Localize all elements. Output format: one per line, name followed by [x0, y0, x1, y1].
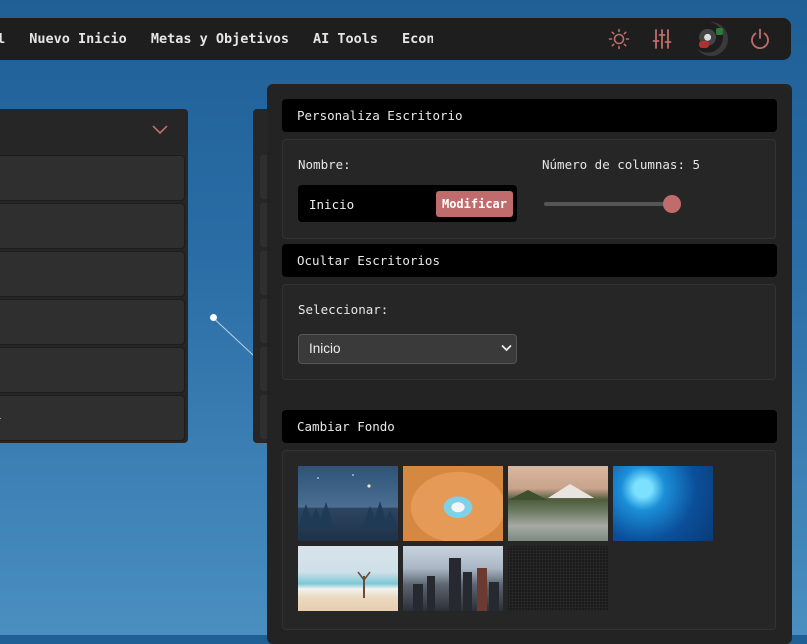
ocultar-box — [282, 284, 776, 380]
background-thumb-night-forest[interactable] — [298, 466, 398, 541]
list-item[interactable] — [0, 155, 185, 201]
section-title-fondo: Cambiar Fondo — [282, 410, 777, 443]
power-icon[interactable] — [749, 28, 771, 50]
background-thumb-beach[interactable] — [298, 546, 398, 611]
columns-label: Número de columnas: 5 — [542, 157, 701, 172]
list-item[interactable] — [0, 347, 185, 393]
left-panel-header — [0, 109, 188, 153]
skyline-illustration — [413, 558, 499, 611]
list-item[interactable] — [0, 203, 185, 249]
columns-slider[interactable] — [544, 195, 681, 213]
forest-illustration — [298, 474, 398, 528]
person-illustration — [357, 571, 371, 598]
background-thumb-ocean[interactable] — [613, 466, 713, 541]
background-thumb-city[interactable] — [403, 546, 503, 611]
chevron-down-icon[interactable] — [152, 125, 168, 135]
list-item[interactable] — [0, 251, 185, 297]
avatar[interactable] — [694, 22, 728, 56]
slider-thumb[interactable] — [663, 195, 681, 213]
list-item[interactable] — [0, 395, 185, 441]
nav-item-ai-tools[interactable]: AI Tools — [313, 18, 378, 60]
connector-line — [212, 317, 254, 356]
sliders-icon[interactable] — [651, 28, 673, 50]
background-thumb-mountain-lake[interactable] — [508, 466, 608, 541]
desktop-list-panel — [0, 109, 188, 443]
name-input[interactable] — [306, 194, 432, 214]
select-value: Inicio — [309, 341, 341, 356]
desktop-select[interactable]: Inicio — [298, 334, 517, 364]
nav-items: al Nuevo Inicio Metas y Objetivos AI Tools E… — [0, 18, 433, 60]
sun-icon[interactable] — [608, 28, 630, 50]
modify-button[interactable]: Modificar — [436, 191, 513, 217]
nav-item-partial[interactable]: al — [0, 18, 5, 60]
select-label: Seleccionar: — [298, 302, 389, 317]
nav-item-nuevo-inicio[interactable]: Nuevo Inicio — [29, 18, 127, 60]
nav-item-economia[interactable]: Economía — [402, 18, 433, 60]
list-item[interactable] — [0, 299, 185, 345]
section-title-personaliza: Personaliza Escritorio — [282, 99, 777, 132]
background-thumb-dark-texture[interactable] — [508, 546, 608, 611]
nav-item-metas[interactable]: Metas y Objetivos — [151, 18, 289, 60]
top-navbar: al Nuevo Inicio Metas y Objetivos AI Tools E… — [0, 18, 791, 60]
chevron-down-icon — [501, 344, 512, 352]
name-label: Nombre: — [298, 157, 351, 172]
background-thumb-surf[interactable] — [403, 466, 503, 541]
section-title-ocultar: Ocultar Escritorios — [282, 244, 777, 277]
mountain-illustration — [508, 484, 594, 500]
